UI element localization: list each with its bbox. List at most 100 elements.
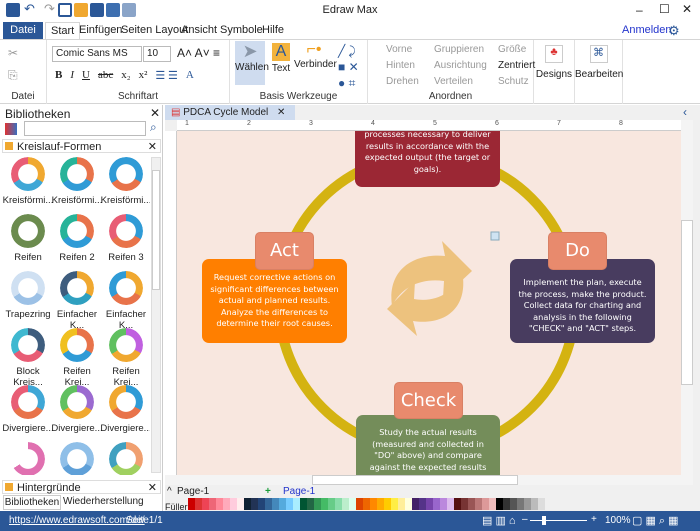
view-mode-icons[interactable]: ▤ ▥ ⌂ — [482, 514, 516, 527]
library-shape[interactable]: Kreisförmi... — [100, 157, 150, 206]
color-swatch[interactable] — [488, 498, 496, 510]
font-size-select[interactable]: 10 — [143, 46, 171, 62]
connector-tool-button[interactable]: ⌐• Verbinder — [294, 41, 337, 70]
copy-icon[interactable]: ⎘ — [8, 68, 18, 83]
color-swatch[interactable] — [467, 498, 475, 510]
zoom-out-button[interactable]: – — [522, 514, 528, 525]
font-select[interactable]: Comic Sans MS — [52, 46, 142, 62]
plan-box[interactable]: processes necessary to deliver results i… — [355, 131, 500, 187]
library-shape[interactable]: Trapezring — [2, 271, 54, 320]
do-title[interactable]: Do — [548, 232, 607, 270]
diagram-canvas[interactable]: processes necessary to deliver results i… — [177, 131, 681, 475]
library-shape[interactable] — [51, 442, 103, 475]
tab-recovery[interactable]: Wiederherstellung — [63, 495, 144, 510]
subscript-button[interactable]: x₂ — [121, 69, 130, 82]
library-shape[interactable] — [2, 442, 54, 475]
font-color-icon[interactable]: A — [186, 69, 194, 82]
color-swatch[interactable] — [404, 498, 412, 510]
tab-libraries[interactable]: Bibliotheken — [3, 495, 61, 510]
library-shape[interactable] — [100, 442, 150, 475]
align-button[interactable]: Ausrichtung — [434, 60, 487, 71]
color-swatch[interactable] — [229, 498, 237, 510]
color-swatch[interactable] — [299, 498, 307, 510]
color-swatch[interactable] — [369, 498, 377, 510]
color-swatch[interactable] — [194, 498, 202, 510]
size-button[interactable]: Größe — [498, 44, 526, 55]
color-swatch[interactable] — [201, 498, 209, 510]
library-shape[interactable]: Reifen — [2, 214, 54, 263]
fit-icons[interactable]: ▢ ▦ ⌕ ▦ — [632, 514, 679, 528]
section-header-backgrounds[interactable]: Hintergründe ✕ — [2, 480, 161, 494]
color-swatch[interactable] — [278, 498, 286, 510]
color-swatch[interactable] — [495, 498, 503, 510]
check-title[interactable]: Check — [394, 382, 463, 419]
color-swatch[interactable] — [432, 498, 440, 510]
add-page-icon[interactable]: + — [265, 486, 271, 497]
underline-button[interactable]: U — [82, 69, 90, 82]
color-swatch[interactable] — [362, 498, 370, 510]
color-swatch[interactable] — [222, 498, 230, 510]
center-button[interactable]: Zentriert — [498, 60, 535, 71]
zoom-slider[interactable] — [530, 520, 587, 521]
do-box[interactable]: Implement the plan, execute the process,… — [510, 259, 655, 343]
color-swatch[interactable] — [250, 498, 258, 510]
color-swatch[interactable] — [271, 498, 279, 510]
color-swatches[interactable] — [187, 498, 545, 510]
tab-hilfe[interactable]: Hilfe — [257, 22, 289, 39]
distribute-button[interactable]: Verteilen — [434, 76, 473, 87]
library-shape[interactable]: Reifen Krei... — [100, 328, 150, 388]
color-palette[interactable]: Füller — [165, 498, 700, 510]
page-tab[interactable]: Page-1 — [283, 486, 315, 497]
select-tool-button[interactable]: ➤ Wählen — [235, 41, 269, 85]
color-swatch[interactable] — [341, 498, 349, 510]
library-scrollbar[interactable] — [151, 157, 161, 473]
minimize-button[interactable]: – — [636, 3, 643, 17]
cut-icon[interactable]: ✂ — [8, 46, 18, 60]
bold-button[interactable]: B — [55, 69, 62, 82]
color-swatch[interactable] — [411, 498, 419, 510]
library-shape[interactable]: Block Kreis... — [2, 328, 54, 388]
color-swatch[interactable] — [446, 498, 454, 510]
color-swatch[interactable] — [264, 498, 272, 510]
color-swatch[interactable] — [348, 498, 356, 510]
maximize-button[interactable]: ☐ — [659, 2, 670, 16]
color-swatch[interactable] — [439, 498, 447, 510]
color-swatch[interactable] — [397, 498, 405, 510]
library-shape[interactable]: Reifen 3 — [100, 214, 150, 263]
close-icon[interactable]: ✕ — [148, 140, 157, 153]
shape-tools[interactable]: ╱ ⤸ ■ ✕ ● ⌗ — [338, 43, 359, 91]
grow-font-icon[interactable]: A˄ A˅ ≡ — [177, 46, 220, 60]
zoom-slider-thumb[interactable] — [542, 516, 546, 525]
color-swatch[interactable] — [327, 498, 335, 510]
vertical-scrollbar[interactable] — [681, 120, 693, 475]
color-swatch[interactable] — [306, 498, 314, 510]
color-swatch[interactable] — [383, 498, 391, 510]
check-box[interactable]: Study the actual results (measured and c… — [356, 415, 500, 475]
color-swatch[interactable] — [187, 498, 195, 510]
color-swatch[interactable] — [474, 498, 482, 510]
scroll-thumb[interactable] — [312, 475, 518, 485]
close-icon[interactable]: ✕ — [277, 107, 285, 118]
color-swatch[interactable] — [425, 498, 433, 510]
color-swatch[interactable] — [208, 498, 216, 510]
color-swatch[interactable] — [530, 498, 538, 510]
color-swatch[interactable] — [320, 498, 328, 510]
text-tool-button[interactable]: A Text — [268, 41, 294, 74]
library-shape[interactable]: Kreisförmi... — [2, 157, 54, 206]
color-swatch[interactable] — [502, 498, 510, 510]
library-shape[interactable]: Divergiere... — [100, 385, 150, 434]
tab-datei[interactable]: Datei — [3, 22, 43, 39]
color-swatch[interactable] — [292, 498, 300, 510]
zoom-in-button[interactable]: + — [591, 514, 597, 525]
italic-button[interactable]: I — [70, 69, 74, 82]
superscript-button[interactable]: x² — [139, 69, 148, 82]
selection-handle[interactable] — [490, 231, 500, 241]
color-swatch[interactable] — [481, 498, 489, 510]
search-icon[interactable]: ⌕ — [150, 120, 157, 135]
act-title[interactable]: Act — [255, 232, 314, 270]
section-header[interactable]: Kreislauf-Formen ✕ — [2, 139, 161, 153]
gear-icon[interactable]: ⚙ — [663, 22, 685, 39]
front-button[interactable]: Vorne — [386, 44, 412, 55]
website-link[interactable]: https://www.edrawsoft.com/de/ — [9, 515, 145, 526]
library-shape[interactable]: Kreisförmi... — [51, 157, 103, 206]
